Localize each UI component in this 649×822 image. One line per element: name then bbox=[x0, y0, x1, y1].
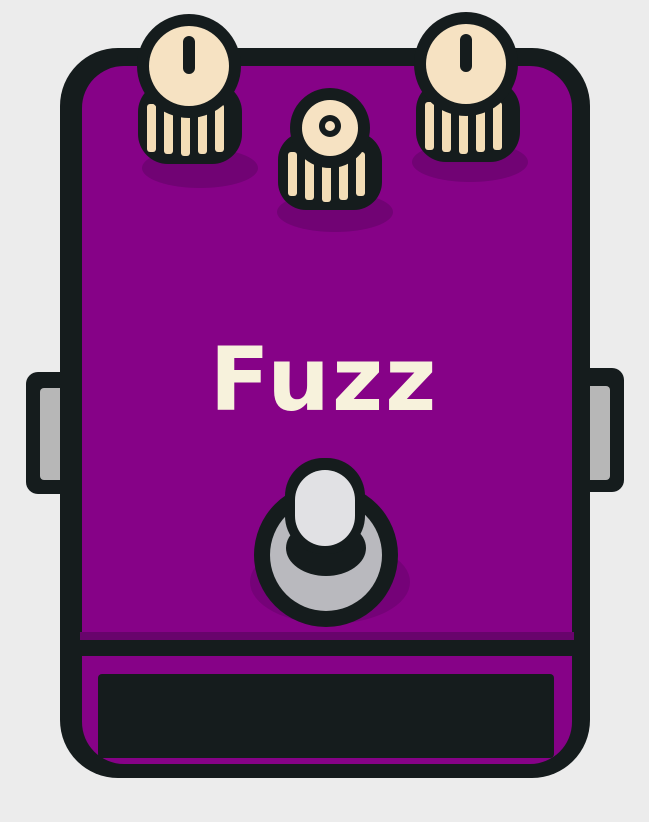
footswitch-cap bbox=[295, 470, 355, 546]
fuzz-pedal-illustration: Fuzz bbox=[0, 0, 649, 822]
pedal-name-label: Fuzz bbox=[210, 328, 439, 431]
right-knob-pointer bbox=[460, 34, 472, 72]
left-knob[interactable] bbox=[137, 14, 242, 164]
left-knob-pointer bbox=[183, 36, 195, 74]
right-knob[interactable] bbox=[414, 12, 520, 162]
